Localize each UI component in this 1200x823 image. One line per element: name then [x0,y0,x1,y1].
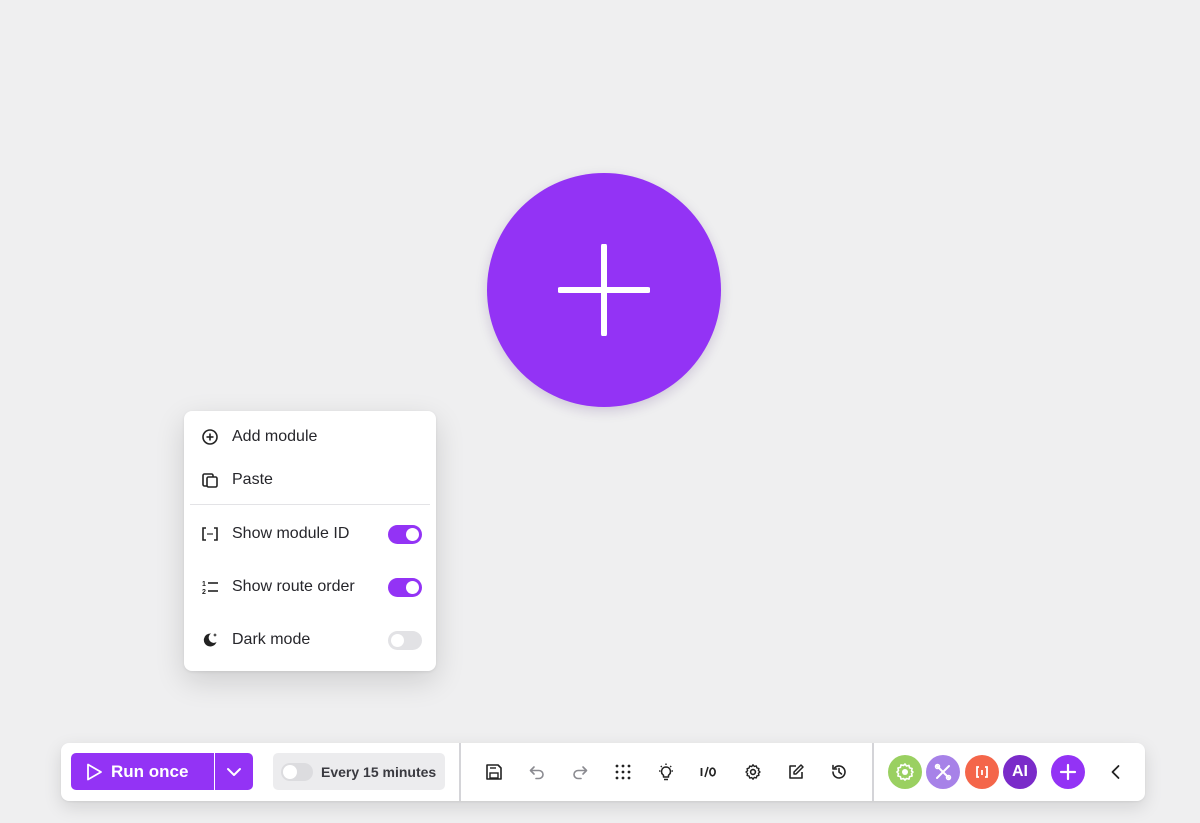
moon-icon [201,631,219,649]
schedule-label: Every 15 minutes [321,763,437,780]
history-icon [832,764,846,779]
menu-item-paste[interactable]: Paste [184,460,436,500]
svg-text:2: 2 [202,589,206,596]
io-icon [700,766,716,778]
flow-control-button[interactable] [888,755,922,789]
add-app-button[interactable] [1051,755,1085,789]
bottom-toolbar: Run once Every 15 minutes AI [61,743,1145,801]
grid-dots-icon [615,764,631,780]
module-id-icon [201,525,219,543]
auto-align-button[interactable] [612,761,634,783]
play-icon [87,763,102,780]
json-button[interactable] [965,755,999,789]
run-options-button[interactable] [215,753,253,790]
ai-label: AI [1012,763,1028,780]
show-route-order-toggle[interactable] [388,577,422,597]
menu-item-dark-mode[interactable]: Dark mode [184,620,436,660]
notes-button[interactable] [785,761,807,783]
svg-text:1: 1 [202,581,206,588]
collapse-toolbar-button[interactable] [1105,761,1127,783]
schedule-toggle[interactable] [281,762,313,781]
menu-item-show-route-order[interactable]: 12 Show route order [184,567,436,607]
gear-icon [745,764,761,780]
plus-icon [1059,763,1077,781]
io-button[interactable] [697,761,719,783]
undo-icon [529,766,544,780]
menu-item-add-module[interactable]: Add module [184,417,436,457]
toolbar-separator [872,743,874,801]
tools-icon [934,763,952,781]
explain-flow-button[interactable] [655,761,677,783]
bulb-icon [659,763,673,781]
chevron-down-icon [227,767,241,776]
menu-item-label: Add module [232,428,318,445]
ai-button[interactable]: AI [1003,755,1037,789]
save-button[interactable] [483,761,505,783]
show-module-id-toggle[interactable] [388,524,422,544]
menu-item-label: Show module ID [232,525,350,542]
run-once-button[interactable]: Run once [71,753,214,790]
route-order-icon: 12 [201,578,219,596]
plus-circle-icon [201,428,219,446]
context-menu: Add module Paste Show module ID 12 Show … [184,411,436,671]
menu-divider [190,504,430,505]
toolbar-separator [459,743,461,801]
gear-icon [896,763,914,781]
redo-button[interactable] [569,761,591,783]
tools-button[interactable] [926,755,960,789]
chevron-left-icon [1111,765,1120,779]
menu-item-show-module-id[interactable]: Show module ID [184,514,436,554]
json-icon [976,766,988,778]
add-first-module-button[interactable] [487,173,721,407]
run-once-label: Run once [111,761,189,781]
save-icon [486,764,502,780]
history-button[interactable] [828,761,850,783]
scenario-settings-button[interactable] [742,761,764,783]
menu-item-label: Paste [232,471,273,488]
undo-button[interactable] [526,761,548,783]
plus-icon [558,244,650,336]
paste-icon [201,471,219,489]
redo-icon [573,766,588,780]
schedule-control[interactable]: Every 15 minutes [273,753,445,790]
menu-item-label: Show route order [232,578,355,595]
menu-item-label: Dark mode [232,631,311,648]
dark-mode-toggle[interactable] [388,630,422,650]
notes-icon [789,764,804,779]
